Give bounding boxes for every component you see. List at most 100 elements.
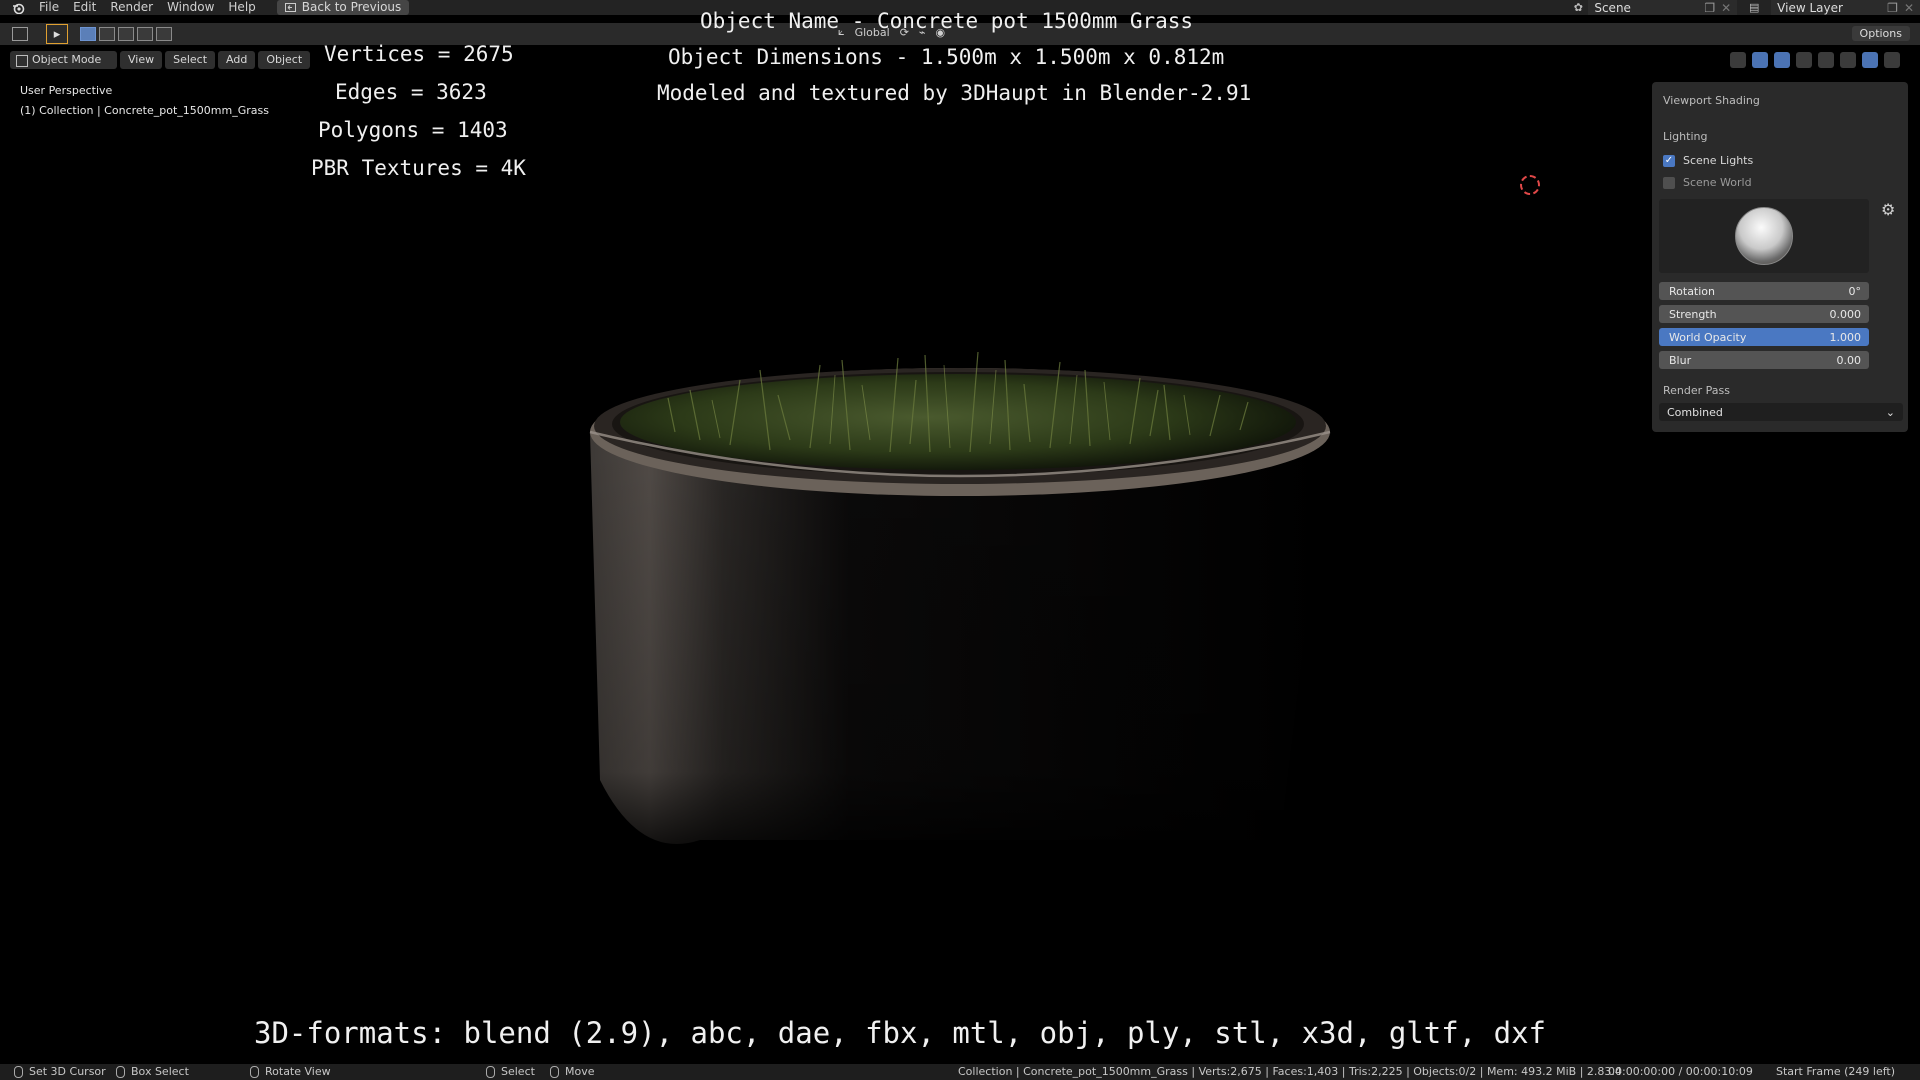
rendered-shading-icon[interactable]: [1884, 52, 1900, 68]
concrete-pot-model[interactable]: [580, 340, 1340, 860]
mouse-move-icon: [550, 1065, 559, 1078]
rotation-label: Rotation: [1669, 284, 1716, 298]
wireframe-shading-icon[interactable]: [1818, 52, 1834, 68]
select-invert-icon[interactable]: [137, 27, 153, 41]
view-layer-name: View Layer: [1777, 0, 1843, 15]
textures-text: PBR Textures = 4K: [311, 156, 526, 180]
menu-window[interactable]: Window: [160, 0, 221, 15]
viewport-display-controls: [1730, 52, 1900, 68]
lighting-heading: Lighting: [1663, 130, 1708, 143]
scene-field[interactable]: Scene ❐ ✕: [1588, 0, 1738, 15]
menu-file[interactable]: File: [32, 0, 66, 15]
polygons-text: Polygons = 1403: [318, 118, 508, 142]
view-menu[interactable]: View: [120, 51, 163, 69]
scene-lights-checkbox[interactable]: ✓ Scene Lights: [1663, 154, 1753, 167]
status-bar: Set 3D Cursor Box Select Rotate View Sel…: [0, 1064, 1920, 1080]
move-label: Move: [565, 1065, 595, 1078]
xray-icon[interactable]: [1796, 52, 1812, 68]
render-pass-heading: Render Pass: [1663, 384, 1730, 397]
viewport-shading-panel: Viewport Shading Lighting ✓ Scene Lights…: [1652, 82, 1908, 432]
status-rotate-view: Rotate View: [250, 1065, 331, 1078]
object-menu[interactable]: Object: [258, 51, 311, 69]
world-opacity-label: World Opacity: [1669, 330, 1747, 344]
back-icon: [284, 3, 296, 12]
blur-slider[interactable]: Blur 0.00: [1659, 351, 1869, 369]
remove-layer-icon[interactable]: ✕: [1904, 1, 1914, 15]
copy-layer-icon[interactable]: ❐: [1887, 1, 1898, 15]
edges-text: Edges = 3623: [335, 80, 487, 104]
formats-text: 3D-formats: blend (2.9), abc, dae, fbx, …: [254, 1016, 1547, 1050]
mouse-drag-icon: [116, 1065, 125, 1078]
mouse-select-icon: [486, 1065, 495, 1078]
view-layer-field[interactable]: View Layer ❐ ✕: [1771, 0, 1920, 15]
remove-scene-icon[interactable]: ✕: [1721, 1, 1731, 15]
scene-statistics: Collection | Concrete_pot_1500mm_Grass |…: [958, 1065, 1622, 1078]
select-label: Select: [501, 1065, 535, 1078]
back-to-previous-label: Back to Previous: [301, 0, 402, 14]
solid-shading-icon[interactable]: [1840, 52, 1856, 68]
viewport-header: Object Mode View Select Add Object: [10, 51, 311, 69]
scene-world-label: Scene World: [1683, 176, 1752, 189]
menu-edit[interactable]: Edit: [66, 0, 103, 15]
select-intersect-icon[interactable]: [156, 27, 172, 41]
blur-label: Blur: [1669, 353, 1692, 367]
object-mode-dropdown[interactable]: Object Mode: [10, 51, 117, 69]
rotation-value: 0°: [1848, 284, 1862, 298]
mouse-middle-icon: [250, 1065, 259, 1078]
collection-label: (1) Collection | Concrete_pot_1500mm_Gra…: [20, 104, 269, 117]
scene-lights-label: Scene Lights: [1683, 154, 1754, 167]
select-extend-icon[interactable]: [99, 27, 115, 41]
select-new-icon[interactable]: [80, 27, 96, 41]
gizmo-icon[interactable]: [1752, 52, 1768, 68]
rotation-slider[interactable]: Rotation 0°: [1659, 282, 1869, 300]
add-menu[interactable]: Add: [218, 51, 256, 69]
material-preview-shading-icon[interactable]: [1862, 52, 1878, 68]
gear-icon[interactable]: ⚙: [1881, 200, 1895, 219]
perspective-label: User Perspective: [20, 84, 113, 97]
vertices-text: Vertices = 2675: [324, 42, 514, 66]
set-cursor-label: Set 3D Cursor: [29, 1065, 106, 1078]
strength-label: Strength: [1669, 307, 1717, 321]
status-set-cursor: Set 3D Cursor: [14, 1065, 106, 1078]
strength-slider[interactable]: Strength 0.000: [1659, 305, 1869, 323]
visibility-icon[interactable]: [1730, 52, 1746, 68]
world-opacity-slider[interactable]: World Opacity 1.000: [1659, 328, 1869, 346]
menu-render[interactable]: Render: [103, 0, 160, 15]
select-tool-icon[interactable]: ▸: [46, 24, 68, 44]
scene-lights-check-icon[interactable]: ✓: [1663, 154, 1675, 167]
status-box-select: Box Select: [116, 1065, 189, 1078]
view-layer-icon: ▤: [1748, 1, 1760, 14]
viewport-shading-title: Viewport Shading: [1663, 94, 1760, 107]
world-opacity-value: 1.000: [1829, 330, 1862, 344]
blender-logo-icon[interactable]: [10, 0, 26, 15]
render-pass-dropdown[interactable]: Combined ⌄: [1659, 403, 1903, 421]
hdri-preview[interactable]: [1659, 199, 1869, 273]
overlay-icon[interactable]: [1774, 52, 1790, 68]
options-dropdown[interactable]: Options: [1851, 26, 1910, 41]
editor-type-icon[interactable]: [12, 27, 28, 41]
object-name-text: Object Name - Concrete pot 1500mm Grass: [700, 9, 1194, 33]
credits-text: Modeled and textured by 3DHaupt in Blend…: [657, 81, 1252, 105]
scene-icon: ✿: [1573, 1, 1583, 14]
chevron-down-icon: ⌄: [1885, 405, 1895, 419]
scene-world-checkbox[interactable]: Scene World: [1663, 176, 1752, 189]
select-menu[interactable]: Select: [165, 51, 216, 69]
timeline-time: 00:00:00:00 / 00:00:10:09: [1608, 1065, 1753, 1078]
menu-help[interactable]: Help: [221, 0, 262, 15]
scene-selectors: ✿ Scene ❐ ✕ ▤ View Layer ❐ ✕: [1568, 0, 1920, 15]
status-move: Move: [550, 1065, 595, 1078]
select-subtract-icon[interactable]: [118, 27, 134, 41]
mouse-left-icon: [14, 1065, 23, 1078]
strength-value: 0.000: [1829, 307, 1862, 321]
selection-mode-group: [80, 27, 172, 41]
copy-scene-icon[interactable]: ❐: [1704, 1, 1715, 15]
scene-world-check-icon[interactable]: [1663, 176, 1675, 189]
status-select: Select: [486, 1065, 535, 1078]
3d-cursor-icon[interactable]: [1520, 175, 1540, 195]
render-pass-value: Combined: [1667, 405, 1723, 419]
start-frame-info: Start Frame (249 left): [1776, 1065, 1896, 1078]
back-to-previous-button[interactable]: Back to Previous: [276, 0, 410, 15]
hdri-sphere-icon: [1735, 207, 1793, 265]
box-select-label: Box Select: [131, 1065, 189, 1078]
blur-value: 0.00: [1836, 353, 1862, 367]
